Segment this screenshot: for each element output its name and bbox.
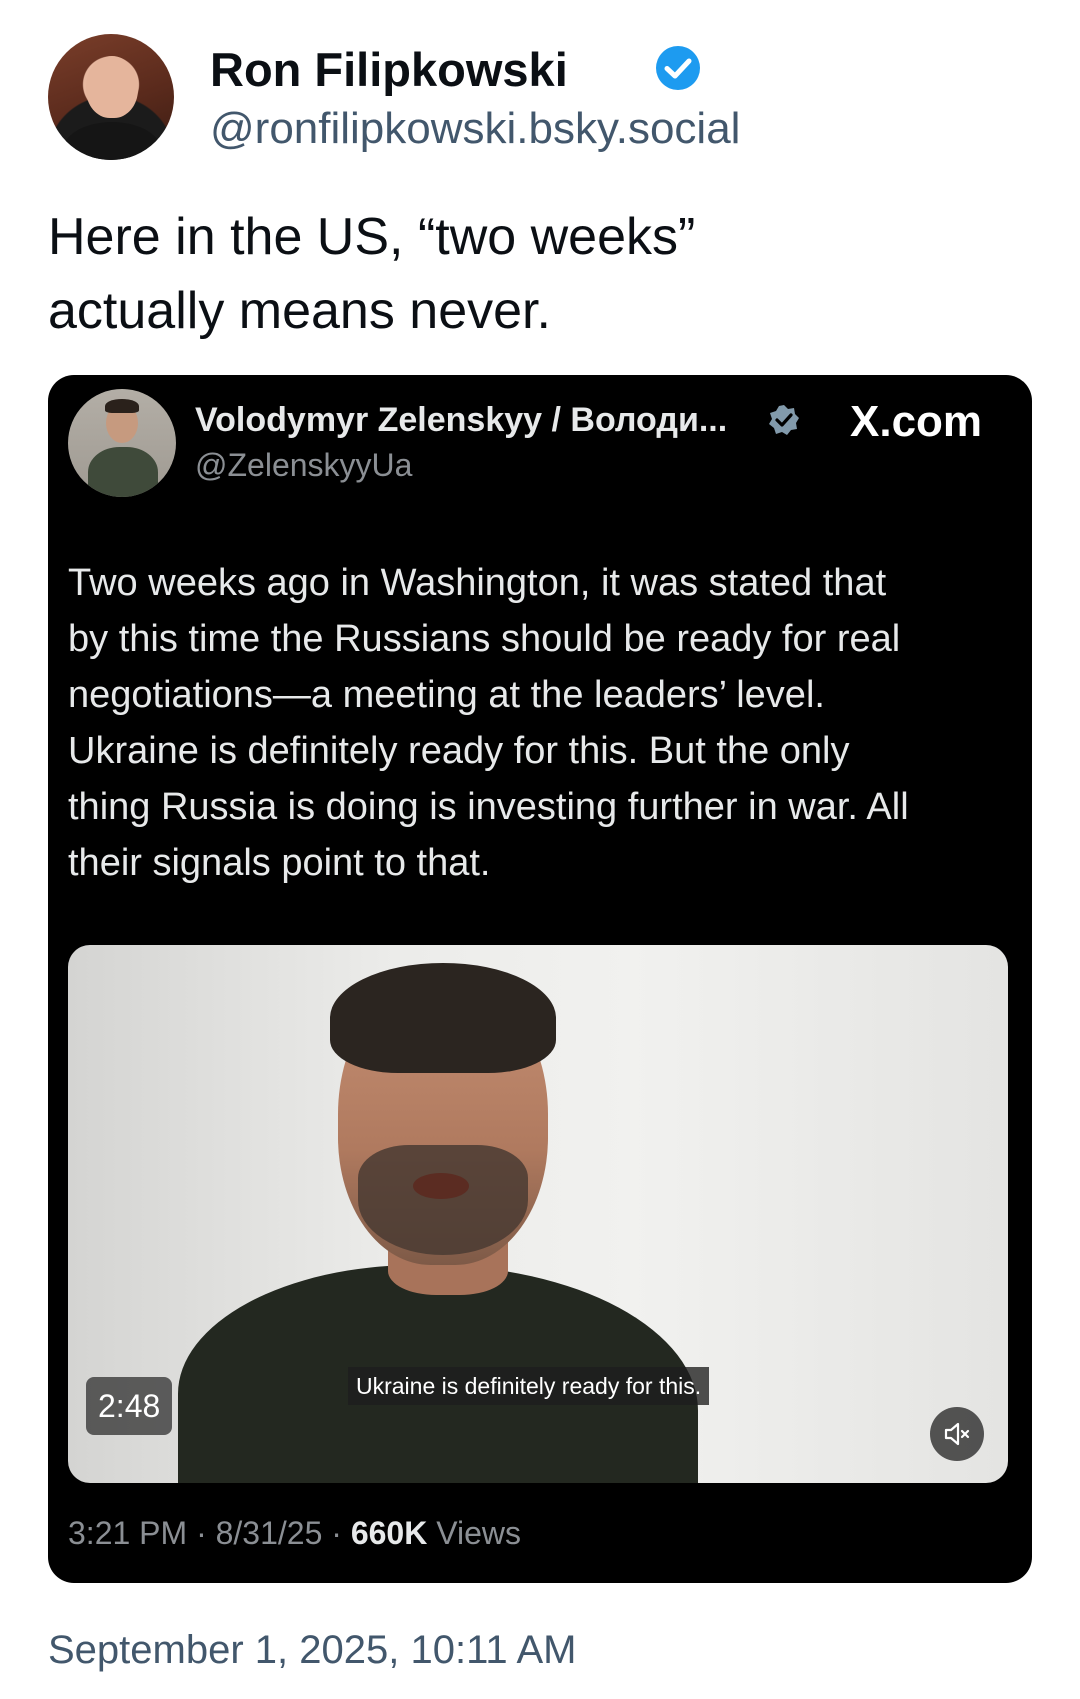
avatar-face (86, 56, 138, 118)
embed-text-line: their signals point to that. (68, 842, 491, 884)
embed-author-handle: @ZelenskyyUa (195, 447, 413, 483)
video-person-beard (358, 1145, 528, 1255)
video-person-mouth (413, 1173, 469, 1199)
embed-author-name: Volodymyr Zelenskyy / Володи... (195, 401, 728, 439)
views-label: Views (436, 1515, 521, 1551)
meta-separator: · (196, 1515, 207, 1551)
video-duration-badge: 2:48 (86, 1377, 173, 1435)
embed-text-line: negotiations—a meeting at the leaders’ l… (68, 674, 825, 716)
mute-button[interactable] (930, 1407, 984, 1461)
post-timestamp[interactable]: September 1, 2025, 10:11 AM (48, 1628, 577, 1673)
video-player[interactable]: 2:48 Ukraine is definitely ready for thi… (68, 945, 1008, 1483)
embed-text-line: Two weeks ago in Washington, it was stat… (68, 562, 887, 604)
author-handle[interactable]: @ronfilipkowski.bsky.social (210, 104, 740, 154)
embed-text-line: by this time the Russians should be read… (68, 618, 901, 660)
embed-author-avatar (68, 389, 176, 497)
post-text-line: Here in the US, “two weeks” (48, 208, 696, 266)
embed-time: 3:21 PM (68, 1515, 188, 1551)
meta-separator: · (331, 1515, 342, 1551)
embed-avatar-body (88, 447, 158, 497)
embedded-x-post[interactable]: Volodymyr Zelenskyy / Володи... @Zelensk… (48, 375, 1032, 1583)
muted-speaker-icon (944, 1422, 970, 1446)
embed-text-line: thing Russia is doing is investing furth… (68, 786, 909, 828)
embed-post-text: Two weeks ago in Washington, it was stat… (68, 555, 1008, 891)
post-author-row: Ron Filipkowski @ronfilipkowski.bsky.soc… (48, 34, 948, 160)
author-display-name[interactable]: Ron Filipkowski (210, 42, 568, 97)
avatar-shirt (62, 122, 162, 160)
post-text: Here in the US, “two weeks” actually mea… (48, 200, 1008, 348)
embed-date: 8/31/25 (215, 1515, 323, 1551)
embed-text-line: Ukraine is definitely ready for this. Bu… (68, 730, 850, 772)
embed-avatar-hair (105, 399, 139, 413)
embed-meta: 3:21 PM · 8/31/25 · 660K Views (68, 1515, 521, 1552)
video-caption: Ukraine is definitely ready for this. (348, 1367, 710, 1405)
verified-badge-icon (656, 46, 700, 90)
post-text-line: actually means never. (48, 282, 551, 340)
author-avatar[interactable] (48, 34, 174, 160)
post-card: Ron Filipkowski @ronfilipkowski.bsky.soc… (0, 0, 1080, 1699)
views-count: 660K (350, 1515, 428, 1551)
video-person-hair (330, 963, 556, 1073)
source-label: X.com (850, 397, 983, 446)
verified-badge-icon (769, 405, 799, 435)
